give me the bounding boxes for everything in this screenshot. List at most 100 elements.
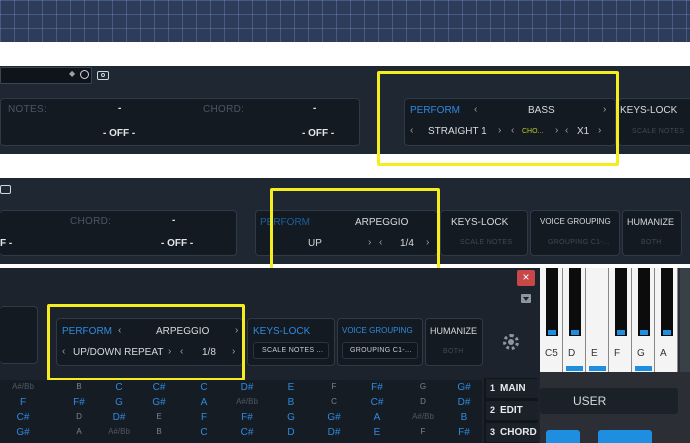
grid-cell[interactable]: G	[404, 382, 442, 391]
grid-cell[interactable]: E	[140, 412, 178, 421]
chord-label: CHORD:	[203, 104, 245, 115]
grid-cell[interactable]: F	[4, 397, 42, 408]
notes-off-2[interactable]: F -	[0, 238, 12, 249]
grid-cell[interactable]: D	[272, 427, 310, 438]
menu-item-number: 2	[490, 405, 496, 415]
grid-cell[interactable]: F#	[445, 427, 483, 438]
blue-tab-left[interactable]	[546, 430, 580, 443]
grid-cell[interactable]: B	[140, 427, 178, 436]
chord-value: -	[313, 103, 317, 114]
grid-cell[interactable]: C#	[4, 412, 42, 423]
grid-cell[interactable]: A	[60, 427, 98, 436]
notes-label: NOTES:	[8, 104, 48, 115]
grid-cell[interactable]: G	[272, 412, 310, 423]
keys-lock-label-3: KEYS-LOCK	[253, 326, 311, 337]
dropdown-icon[interactable]	[521, 294, 531, 303]
notes-chord-box-2	[0, 210, 237, 256]
gear-icon[interactable]	[503, 334, 519, 350]
piano-black-keys	[540, 268, 690, 340]
camera-icon[interactable]	[0, 185, 11, 194]
piano-key-mark	[589, 366, 606, 371]
grid-cell[interactable]: F	[185, 412, 223, 423]
chord-off-2[interactable]: - OFF -	[161, 238, 193, 249]
piano-key-mark	[548, 330, 556, 335]
grid-cell[interactable]: A#/Bb	[404, 412, 442, 421]
grid-cell[interactable]: D#	[228, 382, 266, 393]
piano-black-key[interactable]	[546, 268, 558, 336]
grid-cell[interactable]: F#	[228, 412, 266, 423]
menu-item-number: 1	[490, 383, 496, 393]
grid-cell[interactable]: E	[358, 427, 396, 438]
grid-cell[interactable]: B	[445, 412, 483, 423]
piano-key-label: G	[637, 348, 645, 359]
piano-key-label: F	[614, 348, 621, 359]
link-icon[interactable]	[80, 70, 89, 79]
keys-lock-value-2[interactable]: SCALE NOTES	[460, 239, 512, 246]
grid-cell[interactable]: G#	[4, 427, 42, 438]
grid-cell[interactable]: C#	[358, 397, 396, 408]
grid-cell[interactable]: C#	[140, 382, 178, 393]
stepper-icon[interactable]: ◆	[69, 69, 75, 78]
grid-cell[interactable]: D#	[100, 412, 138, 423]
notes-off[interactable]: - OFF -	[103, 128, 135, 139]
grid-cell[interactable]: C	[185, 427, 223, 438]
grid-cell[interactable]: D#	[315, 427, 353, 438]
grid-cell[interactable]: A#/Bb	[4, 382, 42, 391]
keys-lock-value-3: SCALE NOTES ...	[262, 347, 324, 354]
piano-key-mark	[566, 366, 583, 371]
notes-value: -	[118, 103, 122, 114]
grid-cell[interactable]: B	[272, 397, 310, 408]
grid-cell[interactable]: D#	[445, 397, 483, 408]
piano-black-key[interactable]	[638, 268, 650, 336]
grid-cell[interactable]: B	[60, 382, 98, 391]
grid-cell[interactable]: A	[185, 397, 223, 408]
piano-key-label: D	[568, 348, 576, 359]
piano-key-mark	[635, 366, 652, 371]
voice-grouping-value-2[interactable]: GROUPING C1-...	[548, 239, 610, 246]
side-menu-list: 1 MAIN 2 EDIT 3 CHORD	[484, 378, 538, 443]
close-icon[interactable]: ×	[517, 270, 535, 286]
keys-lock-label-2: KEYS-LOCK	[451, 217, 509, 228]
highlight-box-3	[47, 304, 245, 381]
keys-lock-label-1: KEYS-LOCK	[620, 105, 678, 116]
grid-cell[interactable]: G#	[315, 412, 353, 423]
grid-cell[interactable]: F#	[358, 382, 396, 393]
grid-cell[interactable]: C#	[228, 427, 266, 438]
menu-item-edit[interactable]: 2 EDIT	[486, 401, 538, 420]
piano-black-key[interactable]	[661, 268, 673, 336]
grid-cell[interactable]: A	[358, 412, 396, 423]
toolbar-field-1[interactable]	[0, 67, 92, 84]
menu-item-main[interactable]: 1 MAIN	[486, 379, 538, 398]
humanize-value-3[interactable]: BOTH	[443, 348, 464, 355]
grid-cell[interactable]: F#	[60, 397, 98, 408]
blue-tab-right[interactable]	[598, 430, 652, 443]
piano-black-key[interactable]	[569, 268, 581, 336]
grid-cell[interactable]: E	[272, 382, 310, 393]
grid-cell[interactable]: G	[100, 397, 138, 408]
grid-cell[interactable]: A#/Bb	[100, 427, 138, 436]
grid-cell[interactable]: F	[315, 382, 353, 391]
grid-cell[interactable]: C	[185, 382, 223, 393]
grid-cell[interactable]: G#	[140, 397, 178, 408]
humanize-value-2[interactable]: BOTH	[641, 239, 662, 246]
piano-key-mark	[571, 330, 579, 335]
piano-black-key[interactable]	[615, 268, 627, 336]
grid-cell[interactable]: A#/Bb	[228, 397, 266, 406]
menu-item-label: EDIT	[500, 405, 523, 416]
keys-lock-value-1[interactable]: SCALE NOTES	[632, 128, 684, 135]
note-grid-rows: A#/Bb B C C# C D# E F F# G G# F F# G G# A A#/Bb B C C# D D# C#…	[0, 381, 482, 443]
user-button[interactable]	[540, 388, 678, 414]
camera-icon[interactable]	[97, 71, 109, 80]
grid-cell[interactable]: C	[100, 382, 138, 393]
chord-off[interactable]: - OFF -	[302, 128, 334, 139]
piano-side-strip	[680, 268, 690, 372]
menu-item-label: CHORD	[500, 427, 537, 438]
grid-cell[interactable]: D	[60, 412, 98, 421]
grid-cell[interactable]: G#	[445, 382, 483, 393]
grid-cell[interactable]: F	[404, 427, 442, 436]
menu-item-chord[interactable]: 3 CHORD	[486, 423, 538, 442]
grid-cell[interactable]: D	[404, 397, 442, 406]
voice-grouping-value-3: GROUPING C1-...	[350, 347, 412, 354]
grid-cell[interactable]: C	[315, 397, 353, 406]
piano-key-mark	[617, 330, 625, 335]
